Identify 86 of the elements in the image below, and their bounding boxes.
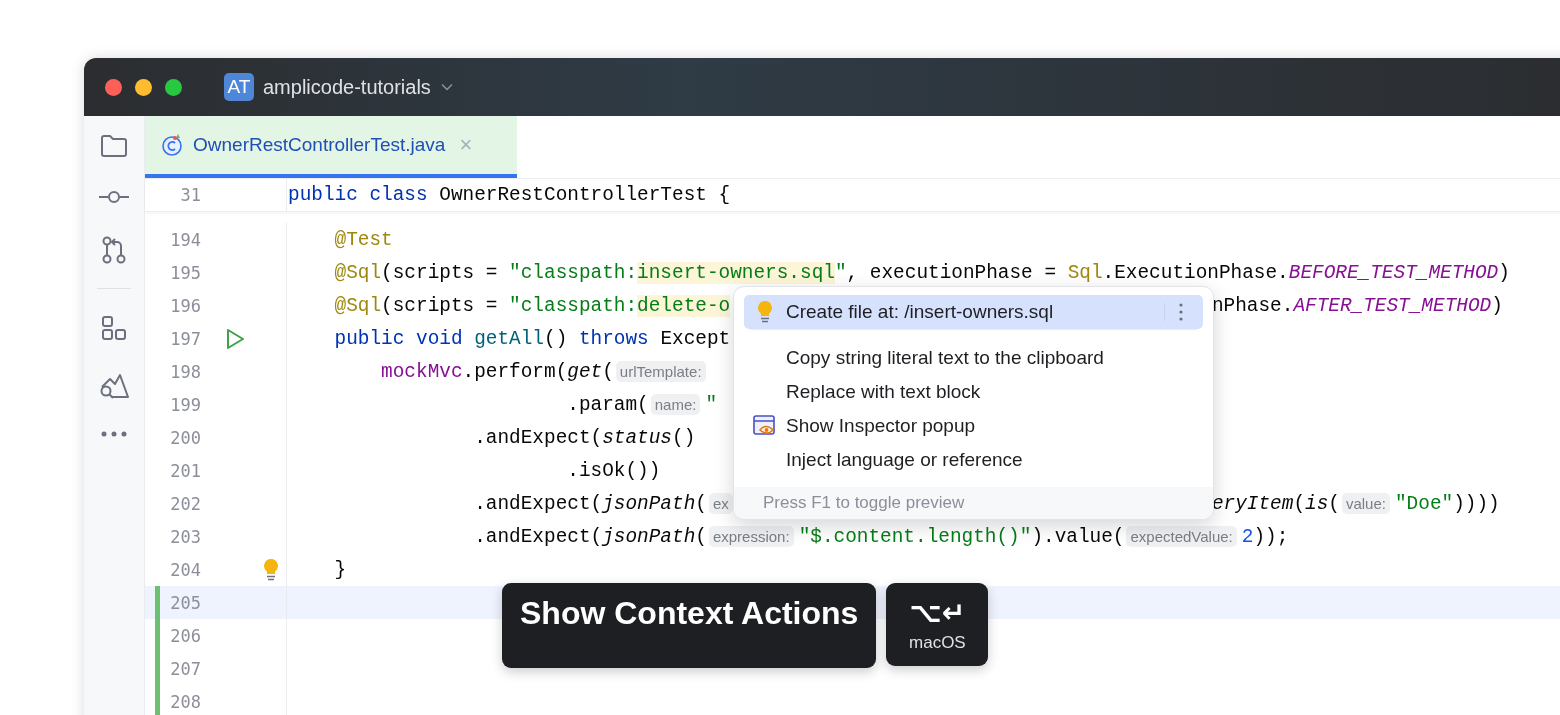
- code-text: , executionPhase =: [846, 261, 1057, 284]
- code-text: getAll: [474, 327, 544, 350]
- platform-label: macOS: [909, 633, 966, 653]
- line-number: 208: [169, 691, 201, 712]
- action-tooltip: Show Context Actions: [502, 583, 877, 668]
- code-text: OwnerRestControllerTest {: [439, 184, 731, 206]
- code-text: BEFORE_TEST_METHOD: [1288, 261, 1499, 284]
- menu-item[interactable]: Show Inspector popup: [744, 409, 1203, 443]
- line-number: 203: [169, 526, 201, 547]
- inlay-hint: expectedValue:: [1126, 526, 1237, 547]
- popup-hint: Press F1 to toggle preview: [763, 493, 965, 513]
- code-text: (: [1328, 492, 1340, 515]
- code-text: Except: [660, 327, 731, 350]
- line-number: 204: [169, 559, 201, 580]
- code-text: ));: [1253, 525, 1289, 548]
- code-text: .andExpect(: [473, 492, 603, 515]
- menu-item[interactable]: Inject language or reference: [744, 443, 1203, 477]
- line-number: 195: [169, 262, 201, 283]
- code-text: ": [834, 261, 847, 284]
- code-text: .ExecutionPhase.: [1102, 261, 1289, 284]
- code-text: public void: [333, 327, 464, 350]
- code-text: .perform(: [462, 360, 568, 383]
- inlay-hint: urlTemplate:: [615, 361, 706, 382]
- code-text: (: [695, 492, 707, 515]
- code-text: }: [333, 558, 347, 581]
- code-text: Sql: [1067, 261, 1103, 284]
- line-number: 201: [169, 460, 201, 481]
- code-text: (: [695, 525, 707, 548]
- line-number: 206: [169, 625, 201, 646]
- code-text: eryItem: [1211, 492, 1294, 515]
- code-text: "classpath:: [509, 261, 638, 284]
- line-number: 196: [169, 295, 201, 316]
- code-text: )))): [1453, 492, 1500, 515]
- code-text: @Sql: [333, 261, 382, 284]
- line-number: 202: [169, 493, 201, 514]
- code-text: public class: [288, 184, 429, 206]
- code-text: ": [705, 393, 718, 416]
- code-text: "classpath:: [509, 294, 638, 317]
- project-badge: AT: [224, 73, 254, 101]
- code-text: "$.content.length()": [798, 525, 1032, 548]
- menu-item[interactable]: Create file at: /insert-owners.sql: [744, 295, 1203, 329]
- line-number: 200: [169, 427, 201, 448]
- code-text: mockMvc: [380, 360, 463, 383]
- inlay-hint: expression:: [708, 526, 794, 547]
- line-number: 194: [169, 229, 201, 250]
- code-text: (): [672, 426, 696, 449]
- line-number: 205: [169, 592, 201, 613]
- line-number: 31: [179, 185, 201, 205]
- code-text: @Sql: [333, 294, 382, 317]
- inlay-hint: value:: [1341, 493, 1390, 514]
- code-text: is: [1305, 492, 1329, 515]
- code-text: ).value(: [1031, 525, 1125, 548]
- code-text: delete-o: [637, 294, 731, 317]
- code-text: .param(: [566, 393, 649, 416]
- code-text: ): [1498, 261, 1510, 284]
- code-text: throws: [578, 327, 650, 350]
- editor-tab[interactable]: OwnerRestControllerTest.java ×: [145, 116, 517, 178]
- code-text: jsonPath: [602, 492, 696, 515]
- code-text: .andExpect(: [473, 426, 603, 449]
- menu-item[interactable]: Copy string literal text to the clipboard: [744, 341, 1203, 375]
- code-text: (scripts =: [381, 294, 499, 317]
- code-text: ): [1491, 294, 1503, 317]
- code-text: jsonPath: [602, 525, 696, 548]
- code-text: (): [544, 327, 569, 350]
- code-text: status: [602, 426, 672, 449]
- line-number: 199: [169, 394, 201, 415]
- code-text: "Doe": [1394, 492, 1454, 515]
- shortcut-text: ⌥↵: [909, 596, 966, 629]
- line-number: 198: [169, 361, 201, 382]
- code-text: (: [602, 360, 614, 383]
- code-text: .andExpect(: [473, 525, 603, 548]
- menu-item[interactable]: Replace with text block: [744, 375, 1203, 409]
- inlay-hint: name:: [650, 394, 701, 415]
- code-text: nPhase.: [1211, 294, 1294, 317]
- line-number: 197: [169, 328, 201, 349]
- code-text: AFTER_TEST_METHOD: [1293, 294, 1492, 317]
- project-name[interactable]: amplicode-tutorials: [263, 75, 431, 99]
- code-text: get: [567, 360, 603, 383]
- code-text: @Test: [333, 228, 393, 251]
- code-text: .isOk()): [566, 459, 661, 482]
- inlay-hint: ex: [708, 493, 733, 514]
- code-text: (: [1293, 492, 1305, 515]
- line-number: 207: [169, 658, 201, 679]
- code-text: 2: [1241, 525, 1254, 548]
- code-text: (scripts =: [381, 261, 499, 284]
- code-text: insert-owners.sql: [637, 261, 835, 284]
